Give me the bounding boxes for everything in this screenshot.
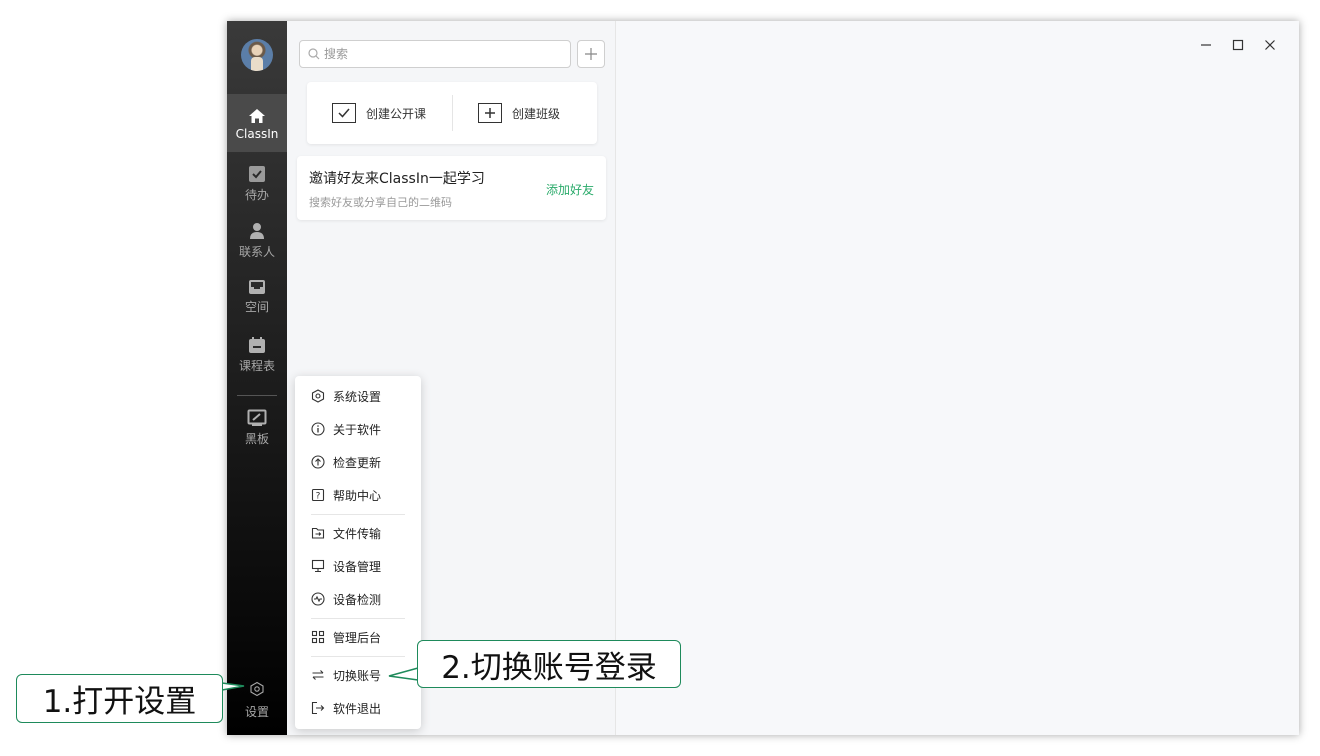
step2-callout: 2.切换账号登录 xyxy=(417,640,681,688)
step1-callout: 1.打开设置 xyxy=(16,674,223,723)
